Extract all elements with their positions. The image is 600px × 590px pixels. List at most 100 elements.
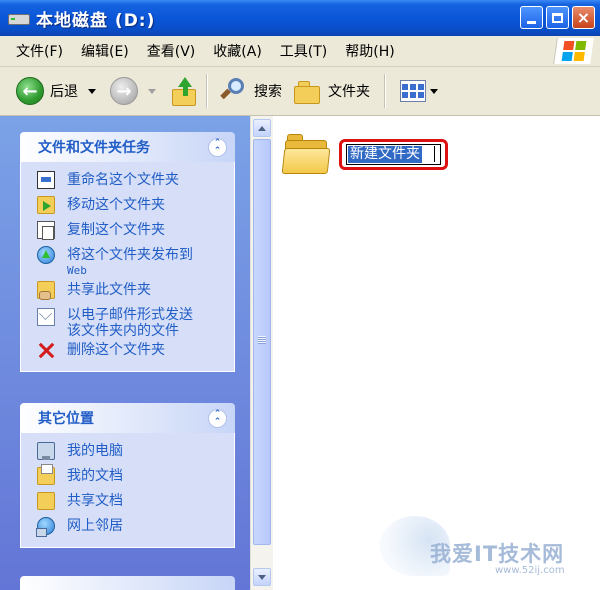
network-places-icon: [36, 517, 55, 537]
menu-edit[interactable]: 编辑(E): [72, 41, 138, 61]
my-documents-icon: [37, 464, 55, 485]
views-icon: [400, 80, 426, 102]
task-pane-scrollbar[interactable]: [250, 116, 273, 590]
search-label: 搜索: [254, 84, 282, 100]
folder-rename-input[interactable]: 新建文件夹: [346, 143, 441, 165]
task-move[interactable]: 移动这个文件夹: [37, 195, 234, 219]
toolbar-separator: [206, 74, 208, 108]
maximize-button[interactable]: [546, 6, 569, 29]
maximize-icon: [552, 12, 563, 23]
back-arrow-icon: ←: [16, 77, 44, 105]
file-folder-tasks-panel: 文件和文件夹任务 ⌃ ⌃ 重命名这个文件夹 移动这个文件夹 复制这个文件夹 将这个…: [20, 132, 235, 372]
task-label: 共享此文件夹: [67, 282, 151, 298]
toolbar-separator: [384, 74, 386, 108]
folder-up-icon[interactable]: [170, 77, 196, 106]
menu-view[interactable]: 查看(V): [138, 41, 205, 61]
task-email[interactable]: 以电子邮件形式发送 该文件夹内的文件: [37, 305, 234, 339]
task-pane: 文件和文件夹任务 ⌃ ⌃ 重命名这个文件夹 移动这个文件夹 复制这个文件夹 将这个…: [0, 116, 250, 590]
share-folder-icon: [37, 281, 55, 300]
task-label-line2: 该文件夹内的文件: [67, 323, 179, 339]
new-folder-item[interactable]: 新建文件夹: [281, 132, 448, 176]
forward-arrow-icon: →: [110, 77, 138, 105]
panel-header[interactable]: 其它位置 ⌃ ⌃: [20, 403, 235, 433]
rename-icon: [37, 171, 55, 189]
forward-dropdown-icon[interactable]: [148, 88, 156, 94]
watermark-text: 我爱IT技术网: [430, 542, 565, 566]
back-label: 后退: [50, 84, 78, 100]
menu-tools[interactable]: 工具(T): [271, 41, 336, 61]
collapse-icon[interactable]: ⌃ ⌃: [208, 408, 227, 428]
task-label: 重命名这个文件夹: [67, 172, 179, 188]
scroll-down-button[interactable]: [253, 568, 271, 586]
task-label-line2: Web: [67, 264, 87, 277]
place-network[interactable]: 网上邻居: [36, 516, 234, 540]
scroll-thumb[interactable]: [253, 139, 271, 545]
text-cursor: [434, 146, 435, 162]
my-computer-icon: [37, 442, 55, 460]
views-button[interactable]: [390, 80, 446, 102]
panel-title: 其它位置: [38, 411, 94, 427]
details-panel-collapsed: [20, 576, 235, 590]
task-copy[interactable]: 复制这个文件夹: [37, 220, 234, 244]
menu-help[interactable]: 帮助(H): [336, 41, 403, 61]
folders-button[interactable]: 文件夹: [282, 78, 370, 104]
panel-header[interactable]: [20, 576, 235, 590]
task-delete[interactable]: 删除这个文件夹: [37, 340, 234, 364]
arrow-up-icon: [258, 125, 266, 131]
menu-bar: 文件(F) 编辑(E) 查看(V) 收藏(A) 工具(T) 帮助(H): [0, 36, 600, 67]
panel-body: 重命名这个文件夹 移动这个文件夹 复制这个文件夹 将这个文件夹发布到 Web 共…: [20, 162, 235, 372]
task-share[interactable]: 共享此文件夹: [37, 280, 234, 304]
collapse-icon[interactable]: ⌃ ⌃: [208, 137, 227, 157]
place-shared-documents[interactable]: 共享文档: [37, 491, 234, 515]
task-publish-web[interactable]: 将这个文件夹发布到 Web: [37, 245, 234, 279]
folder-name-selected-text[interactable]: 新建文件夹: [348, 145, 422, 163]
close-icon: ×: [576, 8, 591, 27]
delete-icon: [37, 341, 55, 359]
highlight-annotation: 新建文件夹: [339, 138, 448, 170]
email-icon: [37, 308, 55, 326]
folders-icon: [294, 78, 322, 104]
task-label-line1: 以电子邮件形式发送: [67, 307, 193, 323]
task-label: 移动这个文件夹: [67, 197, 165, 213]
grip-icon: [258, 336, 266, 344]
scroll-up-button[interactable]: [253, 119, 271, 137]
place-label: 我的文档: [67, 468, 123, 484]
panel-header[interactable]: 文件和文件夹任务 ⌃ ⌃: [20, 132, 235, 162]
menu-file[interactable]: 文件(F): [0, 41, 72, 61]
place-label: 共享文档: [67, 493, 123, 509]
search-button[interactable]: 搜索: [212, 78, 282, 104]
menu-favorites[interactable]: 收藏(A): [204, 41, 271, 61]
task-rename[interactable]: 重命名这个文件夹: [37, 170, 234, 194]
panel-body: 我的电脑 我的文档 共享文档 网上邻居: [20, 433, 235, 548]
copy-icon: [37, 221, 55, 240]
forward-button[interactable]: →: [104, 77, 138, 105]
views-dropdown-icon: [430, 88, 438, 94]
panel-title: 文件和文件夹任务: [38, 140, 150, 156]
task-label: 将这个文件夹发布到 Web: [67, 247, 193, 279]
toolbar: ← 后退 → 搜索 文件夹: [0, 67, 600, 116]
arrow-down-icon: [258, 574, 266, 580]
windows-logo-icon: [553, 38, 594, 64]
publish-web-icon: [37, 246, 55, 264]
task-label: 删除这个文件夹: [67, 342, 165, 358]
close-button[interactable]: ×: [572, 6, 595, 29]
minimize-button[interactable]: [520, 6, 543, 29]
watermark-url: www.52ij.com: [495, 565, 565, 576]
drive-icon: [8, 11, 30, 25]
search-icon: [220, 78, 248, 104]
folder-icon: [281, 132, 331, 176]
back-button[interactable]: ← 后退: [0, 77, 78, 105]
window-title: 本地磁盘 (D:): [36, 10, 156, 31]
place-my-documents[interactable]: 我的文档: [37, 464, 234, 490]
task-label: 以电子邮件形式发送 该文件夹内的文件: [67, 307, 193, 339]
folders-label: 文件夹: [328, 84, 370, 100]
shared-documents-icon: [37, 492, 55, 510]
place-label: 网上邻居: [67, 518, 123, 534]
place-label: 我的电脑: [67, 443, 123, 459]
watermark: 我爱IT技术网 www.52ij.com: [380, 510, 595, 585]
title-bar[interactable]: 本地磁盘 (D:) ×: [0, 0, 600, 36]
task-label: 复制这个文件夹: [67, 222, 165, 238]
place-my-computer[interactable]: 我的电脑: [37, 441, 234, 465]
other-places-panel: 其它位置 ⌃ ⌃ 我的电脑 我的文档 共享文档 网上邻居: [20, 403, 235, 548]
back-dropdown-icon[interactable]: [88, 88, 96, 94]
